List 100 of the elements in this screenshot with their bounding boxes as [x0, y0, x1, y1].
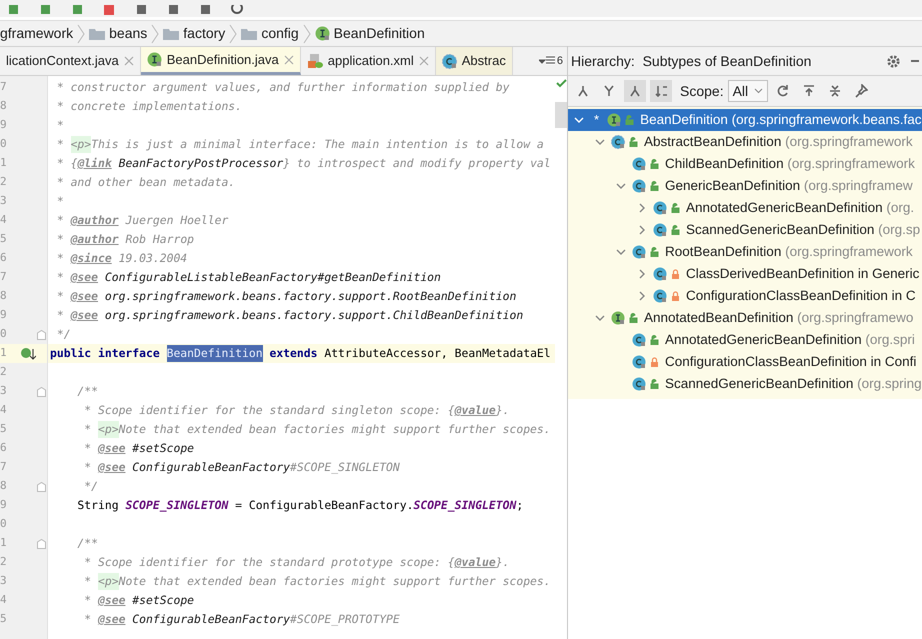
- class-icon: [632, 333, 646, 347]
- tree-item[interactable]: * BeanDefinition (org.springframework.beans.fac: [568, 109, 922, 131]
- code-line: * @see ConfigurableBeanFactory#SCOPE_PROTOTYPE: [83, 610, 401, 628]
- abstract-class-icon: [611, 135, 625, 149]
- tree-item-label: ConfigurationClassBeanDefinition in C: [686, 286, 916, 305]
- line-number: 9: [0, 117, 8, 134]
- tree-item[interactable]: RootBeanDefinition (org.springframework: [568, 241, 922, 263]
- tree-item[interactable]: ConfigurationClassBeanDefinition in Confi: [568, 351, 922, 373]
- interface-icon: [146, 52, 162, 67]
- breadcrumb-separator-icon: [302, 24, 311, 44]
- breadcrumb-item[interactable]: beans: [109, 23, 148, 44]
- tab-label: BeanDefinition.java: [166, 50, 279, 69]
- fold-marker-icon[interactable]: [37, 330, 46, 340]
- line-number: 2: [0, 174, 8, 190]
- class-icon: [632, 245, 646, 259]
- tree-item-label: AnnotatedGenericBeanDefinition (org.spri: [665, 330, 915, 349]
- line-number: 7: [0, 459, 8, 476]
- fold-marker-icon[interactable]: [37, 482, 46, 492]
- line-number: 9: [0, 307, 8, 324]
- tab-label: licationContext.java: [6, 52, 119, 70]
- tab-list-icon[interactable]: [538, 56, 555, 66]
- tree-item[interactable]: ScannedGenericBeanDefinition (org.sp: [568, 219, 922, 241]
- tab-label: Abstrac: [462, 52, 506, 70]
- line-number: 4: [0, 212, 8, 228]
- code-line: * @see #setScope: [83, 592, 196, 609]
- code-line: /**: [76, 382, 100, 400]
- breadcrumb-item[interactable]: BeanDefinition: [334, 23, 425, 44]
- breadcrumb-item[interactable]: config: [261, 23, 299, 44]
- tree-item-label: ChildBeanDefinition (org.springframework: [665, 154, 915, 173]
- tree-item[interactable]: ConfigurationClassBeanDefinition in C: [568, 285, 922, 307]
- line-number: 0: [0, 136, 8, 152]
- tree-item[interactable]: AnnotatedBeanDefinition (org.springframewo: [568, 307, 922, 329]
- breadcrumb-separator-icon: [151, 24, 160, 44]
- line-number: 5: [0, 231, 8, 248]
- tree-item[interactable]: AnnotatedGenericBeanDefinition (org.: [568, 197, 922, 219]
- code-line: * and other bean metadata.: [56, 174, 236, 191]
- tree-item[interactable]: AnnotatedGenericBeanDefinition (org.spri: [568, 329, 922, 351]
- scope-dropdown[interactable]: All: [728, 80, 768, 102]
- tree-item-label: ScannedGenericBeanDefinition (org.spring: [665, 374, 922, 393]
- editor-tab[interactable]: Abstrac: [436, 47, 513, 75]
- class-icon: [632, 179, 646, 193]
- code-line: * @see org.springframework.beans.factory.support.RootBeanDefinition: [56, 288, 518, 305]
- class-icon: [653, 223, 667, 237]
- code-line: *: [56, 116, 65, 134]
- line-number: 3: [0, 383, 8, 400]
- line-number: 8: [0, 98, 8, 114]
- line-number: 1: [0, 155, 8, 172]
- tree-item-label: AbstractBeanDefinition (org.springframework: [644, 132, 913, 151]
- line-number: 6: [0, 250, 8, 266]
- fold-marker-icon[interactable]: [37, 386, 46, 396]
- line-number: 5: [0, 611, 8, 628]
- class-icon: [653, 267, 667, 281]
- scrollbar-thumb[interactable]: [555, 102, 567, 128]
- tree-item[interactable]: ChildBeanDefinition (org.springframework: [568, 153, 922, 175]
- code-line: * {@link BeanFactoryPostProcessor} to introspect and modify property val: [56, 154, 552, 172]
- breadcrumb-item[interactable]: gframework: [0, 23, 74, 44]
- folder-icon: [163, 28, 180, 40]
- tree-item-label: AnnotatedBeanDefinition (org.springframewo: [644, 308, 914, 327]
- code-line: String SCOPE_SINGLETON = ConfigurableBeanFactory.SCOPE_SINGLETON;: [76, 496, 524, 514]
- tab-label: application.xml: [328, 52, 414, 70]
- tree-item[interactable]: ScannedGenericBeanDefinition (org.spring: [568, 373, 922, 395]
- tab-overflow-count[interactable]: 6: [556, 52, 563, 70]
- line-number: 7: [0, 79, 8, 96]
- editor-tab[interactable]: BeanDefinition.java: [140, 47, 301, 75]
- close-icon[interactable]: [418, 56, 429, 66]
- editor-tab[interactable]: application.xml: [300, 47, 436, 75]
- settings-icon[interactable]: [886, 54, 901, 68]
- hierarchy-icon[interactable]: [624, 80, 646, 102]
- tree-item-label: ConfigurationClassBeanDefinition in Confi: [665, 352, 916, 371]
- folder-icon: [89, 28, 106, 40]
- line-number: 8: [0, 288, 8, 304]
- star-marker: *: [594, 111, 600, 130]
- line-number: 4: [0, 402, 8, 418]
- code-line: * <p>This is just a minimal interface: The main intention is to allow a: [48, 135, 555, 154]
- close-icon[interactable]: [124, 56, 134, 66]
- tree-item[interactable]: AbstractBeanDefinition (org.springframework: [568, 131, 922, 153]
- code-line: * @author Rob Harrop: [56, 230, 196, 248]
- tree-item-label: AnnotatedGenericBeanDefinition (org.: [686, 198, 914, 217]
- line-number: 2: [0, 554, 8, 570]
- line-number: 3: [0, 573, 8, 590]
- folder-icon: [241, 28, 258, 40]
- no-problems-icon: [556, 79, 566, 88]
- code-line: */: [83, 478, 100, 495]
- breadcrumb-item[interactable]: factory: [183, 23, 226, 44]
- interface-icon: [314, 26, 330, 41]
- implemented-marker-icon[interactable]: [20, 346, 36, 360]
- code-line: * constructor argument values, and further information supplied by: [56, 78, 510, 96]
- tree-item[interactable]: ClassDerivedBeanDefinition in Generic: [568, 263, 922, 285]
- fold-marker-icon[interactable]: [37, 538, 46, 548]
- class-icon: [632, 377, 646, 391]
- close-icon[interactable]: [284, 54, 294, 64]
- minimize-icon[interactable]: [911, 59, 919, 63]
- sort-alphabetically-icon[interactable]: [650, 80, 672, 102]
- code-line: /**: [76, 534, 100, 552]
- line-number: 5: [0, 421, 8, 438]
- tree-item-label: RootBeanDefinition (org.springframework: [665, 242, 913, 261]
- tree-item[interactable]: GenericBeanDefinition (org.springframew: [568, 175, 922, 197]
- tree-item-label: GenericBeanDefinition (org.springframew: [665, 176, 913, 195]
- line-number: 2: [0, 364, 8, 380]
- code-line: * <p>Note that extended bean factories might support further scopes.: [48, 420, 555, 439]
